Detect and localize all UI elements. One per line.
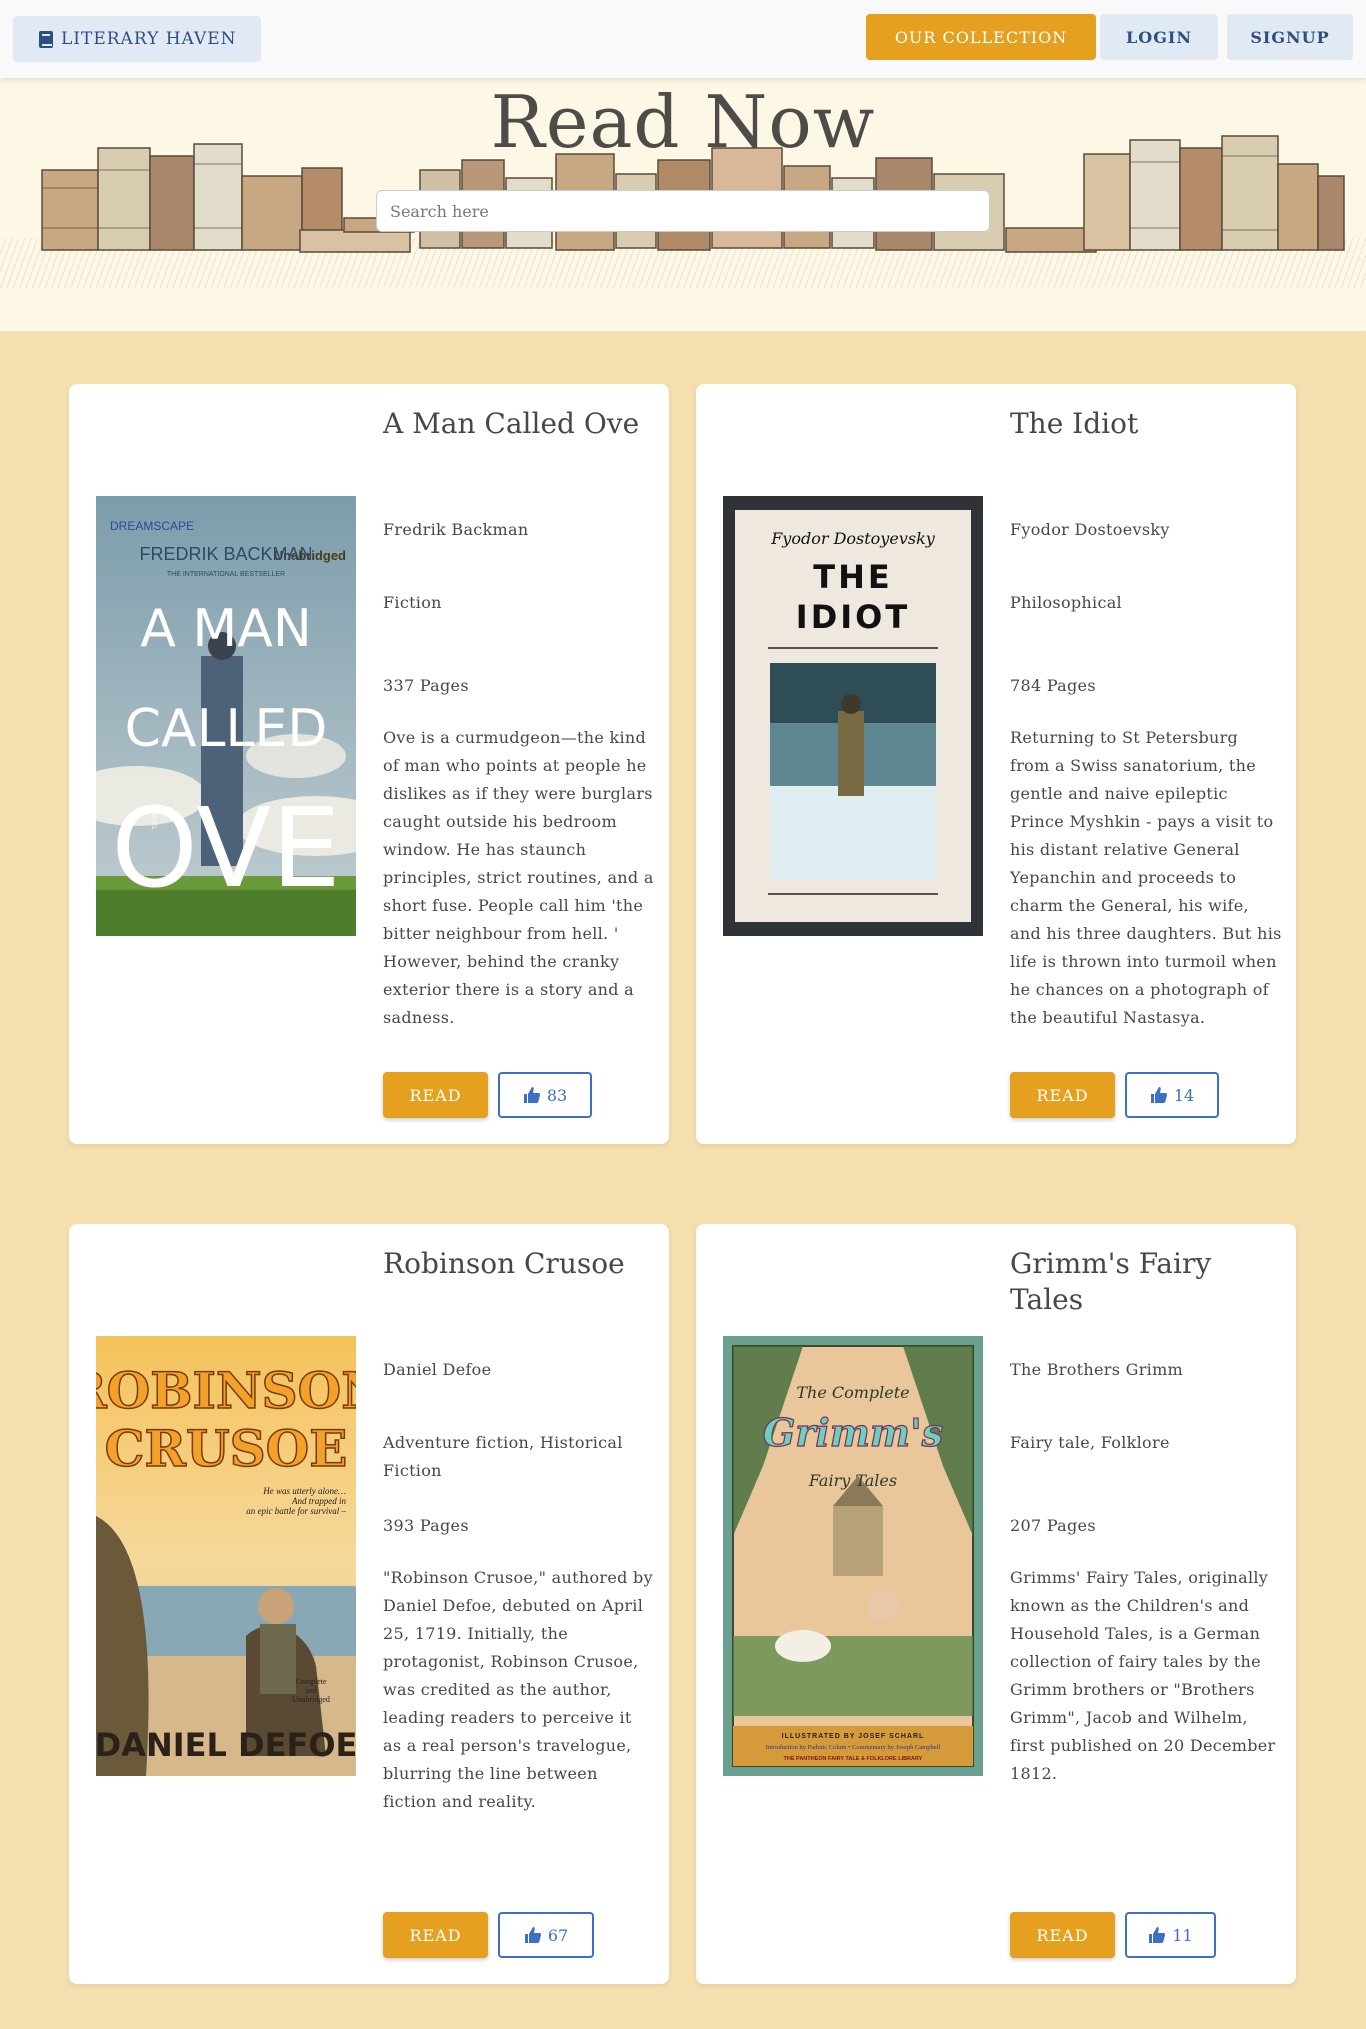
- book-pages: 393 Pages: [383, 1516, 469, 1535]
- book-author: Daniel Defoe: [383, 1360, 492, 1379]
- book-genre: Fairy tale, Folklore: [1010, 1433, 1170, 1452]
- book-author: The Brothers Grimm: [1010, 1360, 1184, 1379]
- cover-tagline: THE INTERNATIONAL BESTSELLER: [167, 571, 285, 578]
- cover-series: THE PANTHEON FAIRY TALE & FOLKLORE LIBRA…: [784, 1756, 923, 1762]
- cover-edition3: Unabridged: [292, 1695, 330, 1704]
- book-cover-robinson-crusoe[interactable]: ROBINSON CRUSOE He was utterly alone… An…: [96, 1336, 356, 1776]
- like-button[interactable]: 67: [498, 1912, 594, 1958]
- book-pages: 337 Pages: [383, 676, 469, 695]
- like-button[interactable]: 14: [1125, 1072, 1219, 1118]
- book-cover-a-man-called-ove[interactable]: DREAMSCAPE Unabridged FREDRIK BACKMAN TH…: [96, 496, 356, 936]
- book-card-a-man-called-ove: DREAMSCAPE Unabridged FREDRIK BACKMAN TH…: [69, 384, 669, 1144]
- like-button[interactable]: 11: [1125, 1912, 1216, 1958]
- book-cover-grimms-fairy-tales[interactable]: The Complete Grimm's Fairy Tales ILLUSTR…: [723, 1336, 983, 1776]
- cover-intro: Introduction by Padraic Colum • Commenta…: [766, 1744, 941, 1751]
- thumbs-up-icon: [524, 1927, 541, 1943]
- thumbs-up-icon: [1149, 1927, 1166, 1943]
- cover-tagline1: He was utterly alone…: [262, 1486, 346, 1496]
- book-description: "Robinson Crusoe," authored by Daniel De…: [383, 1568, 653, 1811]
- thumbs-up-icon: [523, 1087, 540, 1103]
- book-cover-the-idiot[interactable]: Fyodor Dostoyevsky THE IDIOT: [723, 496, 983, 936]
- cover-title-line2: CRUSOE: [105, 1419, 348, 1478]
- signup-button[interactable]: SIGNUP: [1227, 14, 1353, 60]
- thumbs-up-icon: [1150, 1087, 1167, 1103]
- like-count: 14: [1173, 1085, 1195, 1105]
- cover-author: DANIEL DEFOE: [96, 1726, 356, 1764]
- book-card-robinson-crusoe: ROBINSON CRUSOE He was utterly alone… An…: [69, 1224, 669, 1984]
- book-description: Grimms' Fairy Tales, originally known as…: [1010, 1568, 1276, 1783]
- book-genre: Fiction: [383, 593, 442, 612]
- cover-side-text: A NOVEL: [150, 804, 156, 830]
- login-button[interactable]: LOGIN: [1100, 14, 1218, 60]
- hero-banner: Read Now: [0, 78, 1366, 331]
- cover-illustrator: ILLUSTRATED BY JOSEF SCHARL: [782, 1733, 925, 1740]
- cover-publisher: DREAMSCAPE: [110, 519, 194, 533]
- book-title: Robinson Crusoe: [383, 1247, 625, 1280]
- book-pages: 784 Pages: [1010, 676, 1096, 695]
- search-input[interactable]: [376, 190, 990, 232]
- like-button[interactable]: 83: [498, 1072, 592, 1118]
- cover-tagline3: an epic battle for survival –: [246, 1506, 346, 1516]
- cover-tagline2: And trapped in: [291, 1496, 346, 1506]
- read-button[interactable]: READ: [1010, 1072, 1115, 1118]
- book-pages: 207 Pages: [1010, 1516, 1096, 1535]
- hero-title: Read Now: [490, 80, 876, 164]
- book-description: Returning to St Petersburg from a Swiss …: [1010, 728, 1282, 1027]
- book-author: Fyodor Dostoevsky: [1010, 520, 1170, 539]
- read-button[interactable]: READ: [383, 1912, 488, 1958]
- cover-title-line3: OVE: [111, 784, 340, 912]
- cover-title-line2: IDIOT: [796, 598, 910, 636]
- cover-title-line1: A MAN: [140, 599, 311, 659]
- book-author: Fredrik Backman: [383, 520, 529, 539]
- like-count: 67: [547, 1925, 569, 1945]
- like-count: 11: [1172, 1925, 1193, 1945]
- cover-title-line1: THE: [813, 558, 892, 596]
- cover-author: Fyodor Dostoyevsky: [770, 529, 936, 548]
- cover-title-line3: Fairy Tales: [808, 1471, 897, 1490]
- cover-edition2: and: [305, 1686, 317, 1695]
- cover-title-line1: The Complete: [796, 1383, 909, 1402]
- book-genre: Adventure fiction, Historical Fiction: [383, 1433, 623, 1480]
- book-title: The Idiot: [1010, 407, 1139, 440]
- book-description: Ove is a curmudgeon—the kind of man who …: [383, 728, 654, 1027]
- our-collection-button[interactable]: OUR COLLECTION: [866, 14, 1096, 60]
- cover-title-line1: ROBINSON: [96, 1361, 356, 1420]
- like-count: 83: [546, 1085, 568, 1105]
- book-card-the-idiot: Fyodor Dostoyevsky THE IDIOT The Idiot F…: [696, 384, 1296, 1144]
- book-genre: Philosophical: [1010, 593, 1122, 612]
- book-title: Grimm's Fairy Tales: [1010, 1247, 1212, 1316]
- brand-label: LITERARY HAVEN: [61, 29, 237, 49]
- book-title: A Man Called Ove: [383, 407, 640, 440]
- cover-author: FREDRIK BACKMAN: [139, 544, 312, 564]
- read-button[interactable]: READ: [383, 1072, 488, 1118]
- book-card-grimms-fairy-tales: The Complete Grimm's Fairy Tales ILLUSTR…: [696, 1224, 1296, 1984]
- cover-title-line2: CALLED: [125, 699, 328, 759]
- top-navbar: LITERARY HAVEN OUR COLLECTION LOGIN SIGN…: [0, 0, 1366, 78]
- read-button[interactable]: READ: [1010, 1912, 1115, 1958]
- book-icon: [39, 30, 53, 48]
- cover-edition1: Complete: [295, 1677, 327, 1686]
- brand-link[interactable]: LITERARY HAVEN: [13, 16, 261, 62]
- cover-title-line2: Grimm's: [763, 1410, 943, 1455]
